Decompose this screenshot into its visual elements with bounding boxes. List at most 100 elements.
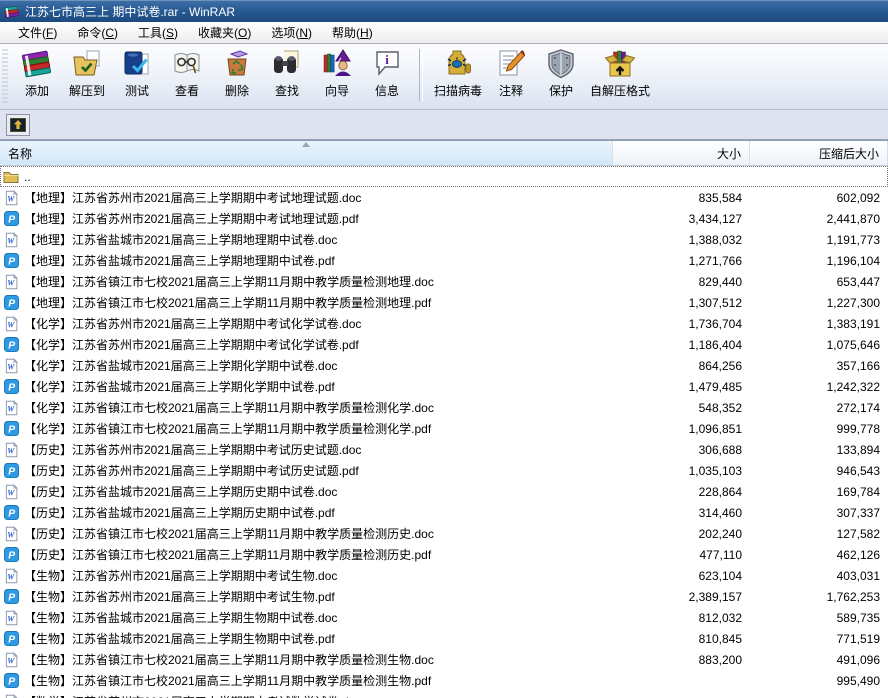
svg-text:W: W [7,656,15,665]
comment-button[interactable]: 注释 [486,47,536,102]
title-bar: 江苏七市高三上 期中试卷.rar - WinRAR [0,0,888,22]
file-name: 【化学】江苏省苏州市2021届高三上学期期中考试化学试卷.pdf [24,336,359,353]
menu-item-file[interactable]: 文件(F) [8,22,67,44]
file-size: 1,096,851 [613,422,750,436]
menu-item-commands[interactable]: 命令(C) [67,22,128,44]
file-packed-size: 403,031 [750,569,888,583]
menu-item-options[interactable]: 选项(N) [261,22,322,44]
menu-item-tools[interactable]: 工具(S) [128,22,188,44]
word-doc-file-icon: W [3,316,19,332]
file-row[interactable]: W【历史】江苏省苏州市2021届高三上学期期中考试历史试题.doc306,688… [0,439,888,460]
svg-text:W: W [7,446,15,455]
file-name: 【生物】江苏省盐城市2021届高三上学期生物期中试卷.pdf [24,630,335,647]
file-row[interactable]: P【历史】江苏省苏州市2021届高三上学期期中考试历史试题.pdf1,035,1… [0,460,888,481]
file-row[interactable]: W【历史】江苏省镇江市七校2021届高三上学期11月期中教学质量检测历史.doc… [0,523,888,544]
column-header-name[interactable]: 名称 [0,141,613,165]
svg-text:P: P [8,592,15,603]
word-doc-file-icon: W [3,652,19,668]
file-name: 【地理】江苏省盐城市2021届高三上学期地理期中试卷.pdf [24,252,335,269]
file-row[interactable]: P【化学】江苏省镇江市七校2021届高三上学期11月期中教学质量检测化学.pdf… [0,418,888,439]
file-row[interactable]: W【历史】江苏省盐城市2021届高三上学期历史期中试卷.doc228,86416… [0,481,888,502]
word-doc-file-icon: W [3,358,19,374]
menu-bar: 文件(F)命令(C)工具(S)收藏夹(O)选项(N)帮助(H) [0,22,888,44]
up-one-level-button[interactable] [6,114,30,136]
virus-scan-button[interactable]: 扫描病毒 [430,47,486,102]
word-doc-file-icon: W [3,442,19,458]
file-row[interactable]: W【生物】江苏省苏州市2021届高三上学期期中考试生物.doc623,10440… [0,565,888,586]
add-archive-icon [21,48,53,80]
sfx-icon [604,48,636,80]
file-row[interactable]: P【生物】江苏省镇江市七校2021届高三上学期11月期中教学质量检测生物.pdf… [0,670,888,691]
file-row[interactable]: P【生物】江苏省盐城市2021届高三上学期生物期中试卷.pdf810,84577… [0,628,888,649]
file-packed-size: 1,383,191 [750,317,888,331]
sfx-button-label: 自解压格式 [590,82,650,99]
word-doc-file-icon: W [3,400,19,416]
sfx-button[interactable]: 自解压格式 [586,47,654,102]
file-row[interactable]: P【地理】江苏省盐城市2021届高三上学期地理期中试卷.pdf1,271,766… [0,250,888,271]
extract-to-button[interactable]: 解压到 [62,47,112,102]
file-row[interactable]: W【化学】江苏省盐城市2021届高三上学期化学期中试卷.doc864,25635… [0,355,888,376]
file-size: 883,200 [613,653,750,667]
svg-text:i: i [385,52,389,67]
test-button[interactable]: 测试 [112,47,162,102]
menu-item-favorites[interactable]: 收藏夹(O) [188,22,261,44]
file-size: 1,479,485 [613,380,750,394]
file-name-cell: W【数学】江苏省苏州市2021届高三上学期期中考试数学试卷.doc [0,693,613,698]
file-row[interactable]: W【地理】江苏省盐城市2021届高三上学期地理期中试卷.doc1,388,032… [0,229,888,250]
file-name: 【历史】江苏省镇江市七校2021届高三上学期11月期中教学质量检测历史.doc [24,525,434,542]
svg-text:P: P [8,466,15,477]
svg-text:W: W [7,614,15,623]
menu-item-help[interactable]: 帮助(H) [322,22,383,44]
file-row[interactable]: P【地理】江苏省苏州市2021届高三上学期期中考试地理试题.pdf3,434,1… [0,208,888,229]
file-packed-size: 1,191,773 [750,233,888,247]
file-row[interactable]: P【历史】江苏省盐城市2021届高三上学期历史期中试卷.pdf314,46030… [0,502,888,523]
view-button[interactable]: 查看 [162,47,212,102]
file-row[interactable]: W【生物】江苏省镇江市七校2021届高三上学期11月期中教学质量检测生物.doc… [0,649,888,670]
file-name-cell: W【历史】江苏省苏州市2021届高三上学期期中考试历史试题.doc [0,441,613,458]
file-name: 【化学】江苏省盐城市2021届高三上学期化学期中试卷.doc [24,357,337,374]
file-size: 228,864 [613,485,750,499]
file-row[interactable]: W【化学】江苏省苏州市2021届高三上学期期中考试化学试卷.doc1,736,7… [0,313,888,334]
virus-scan-icon [442,48,474,80]
file-row[interactable]: P【化学】江苏省盐城市2021届高三上学期化学期中试卷.pdf1,479,485… [0,376,888,397]
column-header-packed-size[interactable]: 压缩后大小 [750,141,888,165]
pdf-file-icon: P [3,421,19,437]
protect-button[interactable]: 保护 [536,47,586,102]
svg-text:P: P [8,256,15,267]
add-button[interactable]: 添加 [12,47,62,102]
file-name-cell: P【生物】江苏省镇江市七校2021届高三上学期11月期中教学质量检测生物.pdf [0,672,613,689]
file-row[interactable]: P【生物】江苏省苏州市2021届高三上学期期中考试生物.pdf2,389,157… [0,586,888,607]
column-header-size[interactable]: 大小 [613,141,750,165]
file-row[interactable]: P【化学】江苏省苏州市2021届高三上学期期中考试化学试卷.pdf1,186,4… [0,334,888,355]
file-name: 【生物】江苏省镇江市七校2021届高三上学期11月期中教学质量检测生物.pdf [24,672,431,689]
parent-dir-row[interactable]: .. [0,166,888,187]
find-button-label: 查找 [275,82,299,99]
svg-text:W: W [7,320,15,329]
info-button[interactable]: i 信息 [362,47,412,102]
folder-up-icon [10,118,26,132]
delete-button[interactable]: 删除 [212,47,262,102]
file-row[interactable]: P【历史】江苏省镇江市七校2021届高三上学期11月期中教学质量检测历史.pdf… [0,544,888,565]
file-row[interactable]: W【地理】江苏省苏州市2021届高三上学期期中考试地理试题.doc835,584… [0,187,888,208]
pdf-file-icon: P [3,211,19,227]
file-row[interactable]: P【地理】江苏省镇江市七校2021届高三上学期11月期中教学质量检测地理.pdf… [0,292,888,313]
pdf-file-icon: P [3,337,19,353]
file-size: 812,032 [613,611,750,625]
file-name: 【地理】江苏省镇江市七校2021届高三上学期11月期中教学质量检测地理.doc [24,273,434,290]
file-row[interactable]: W【化学】江苏省镇江市七校2021届高三上学期11月期中教学质量检测化学.doc… [0,397,888,418]
wizard-button[interactable]: 向导 [312,47,362,102]
word-doc-file-icon: W [3,568,19,584]
file-name: 【化学】江苏省盐城市2021届高三上学期化学期中试卷.pdf [24,378,335,395]
file-name-cell: W【地理】江苏省镇江市七校2021届高三上学期11月期中教学质量检测地理.doc [0,273,613,290]
find-button[interactable]: 查找 [262,47,312,102]
file-row[interactable]: W【地理】江苏省镇江市七校2021届高三上学期11月期中教学质量检测地理.doc… [0,271,888,292]
file-row[interactable]: W【生物】江苏省盐城市2021届高三上学期生物期中试卷.doc812,03258… [0,607,888,628]
column-header-packed-size-label: 压缩后大小 [819,145,879,162]
file-size: 1,388,032 [613,233,750,247]
file-row[interactable]: W【数学】江苏省苏州市2021届高三上学期期中考试数学试卷.doc [0,691,888,698]
word-doc-file-icon: W [3,190,19,206]
comment-icon [495,48,527,80]
file-name-cell: W【生物】江苏省盐城市2021届高三上学期生物期中试卷.doc [0,609,613,626]
wizard-button-label: 向导 [325,82,349,99]
file-packed-size: 307,337 [750,506,888,520]
